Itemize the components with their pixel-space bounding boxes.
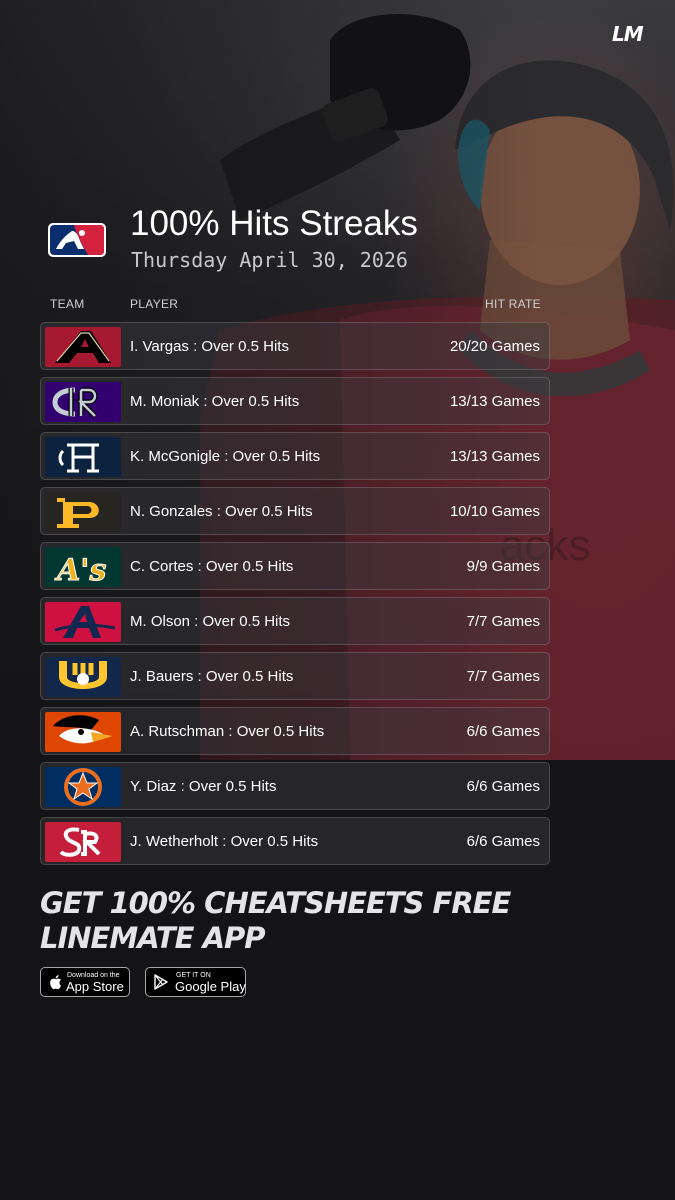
houston-astros-logo	[45, 767, 121, 807]
player-prop: A. Rutschman : Over 0.5 Hits	[130, 723, 325, 740]
app-store-label: App Store	[66, 979, 124, 994]
page-date: Thursday April 30, 2026	[131, 248, 408, 272]
svg-text:A's: A's	[54, 553, 106, 587]
athletics-logo: A's	[45, 547, 121, 587]
baltimore-orioles-logo	[45, 712, 121, 752]
streak-row[interactable]: K. McGonigle : Over 0.5 Hits 13/13 Games	[40, 432, 550, 480]
promo-line-2: LINEMATE APP	[40, 921, 266, 955]
streak-row[interactable]: Y. Diaz : Over 0.5 Hits 6/6 Games	[40, 762, 550, 810]
linemate-logo: LM	[612, 22, 644, 46]
player-prop: M. Moniak : Over 0.5 Hits	[130, 393, 300, 410]
hit-rate: 6/6 Games	[466, 723, 540, 740]
st-louis-cardinals-logo	[45, 822, 121, 862]
player-prop: M. Olson : Over 0.5 Hits	[130, 613, 291, 630]
column-header-player: PLAYER	[130, 297, 179, 311]
streak-row[interactable]: I. Vargas : Over 0.5 Hits 20/20 Games	[40, 322, 550, 370]
google-play-label: Google Play	[175, 979, 246, 994]
streak-row[interactable]: J. Bauers : Over 0.5 Hits 7/7 Games	[40, 652, 550, 700]
atlanta-braves-logo	[45, 602, 121, 642]
play-icon	[154, 974, 168, 990]
milwaukee-brewers-logo	[45, 657, 121, 697]
streak-row[interactable]: J. Wetherholt : Over 0.5 Hits 6/6 Games	[40, 817, 550, 865]
column-header-team: TEAM	[50, 297, 85, 311]
column-header-hit-rate: HIT RATE	[485, 297, 541, 311]
hit-rate: 6/6 Games	[466, 778, 540, 795]
player-prop: J. Bauers : Over 0.5 Hits	[130, 668, 294, 685]
pittsburgh-pirates-logo	[45, 492, 121, 532]
hit-rate: 13/13 Games	[449, 393, 540, 410]
google-play-button[interactable]: GET IT ON Google Play	[145, 967, 246, 997]
streak-row[interactable]: N. Gonzales : Over 0.5 Hits 10/10 Games	[40, 487, 550, 535]
streak-row[interactable]: M. Moniak : Over 0.5 Hits 13/13 Games	[40, 377, 550, 425]
arizona-diamondbacks-logo	[45, 327, 121, 367]
hit-rate: 7/7 Games	[466, 613, 540, 630]
player-prop: J. Wetherholt : Over 0.5 Hits	[130, 833, 319, 850]
hit-rate: 6/6 Games	[466, 833, 540, 850]
streak-row[interactable]: M. Olson : Over 0.5 Hits 7/7 Games	[40, 597, 550, 645]
streak-row[interactable]: A's C. Cortes : Over 0.5 Hits 9/9 Games	[40, 542, 550, 590]
streaks-list: I. Vargas : Over 0.5 Hits 20/20 Games M.…	[40, 322, 550, 872]
page-title: 100% Hits Streaks	[130, 204, 418, 243]
apple-icon	[50, 975, 61, 990]
google-play-caption: GET IT ON	[176, 972, 211, 979]
app-store-caption: Download on the	[67, 972, 120, 979]
player-prop: N. Gonzales : Over 0.5 Hits	[130, 503, 313, 520]
promo-line-1: GET 100% CHEATSHEETS FREE	[40, 886, 511, 920]
streak-row[interactable]: A. Rutschman : Over 0.5 Hits 6/6 Games	[40, 707, 550, 755]
promo-headline: GET 100% CHEATSHEETS FREE LINEMATE APP	[40, 886, 600, 956]
colorado-rockies-logo	[45, 382, 121, 422]
hit-rate: 7/7 Games	[466, 668, 540, 685]
hit-rate: 13/13 Games	[449, 448, 540, 465]
player-prop: I. Vargas : Over 0.5 Hits	[130, 338, 289, 355]
mlb-logo	[48, 223, 106, 257]
hit-rate: 10/10 Games	[449, 503, 540, 520]
app-store-button[interactable]: Download on the App Store	[40, 967, 130, 997]
player-prop: Y. Diaz : Over 0.5 Hits	[130, 778, 277, 795]
player-prop: C. Cortes : Over 0.5 Hits	[130, 558, 294, 575]
hit-rate: 9/9 Games	[466, 558, 540, 575]
hit-rate: 20/20 Games	[449, 338, 540, 355]
detroit-tigers-logo	[45, 437, 121, 477]
player-prop: K. McGonigle : Over 0.5 Hits	[130, 448, 321, 465]
